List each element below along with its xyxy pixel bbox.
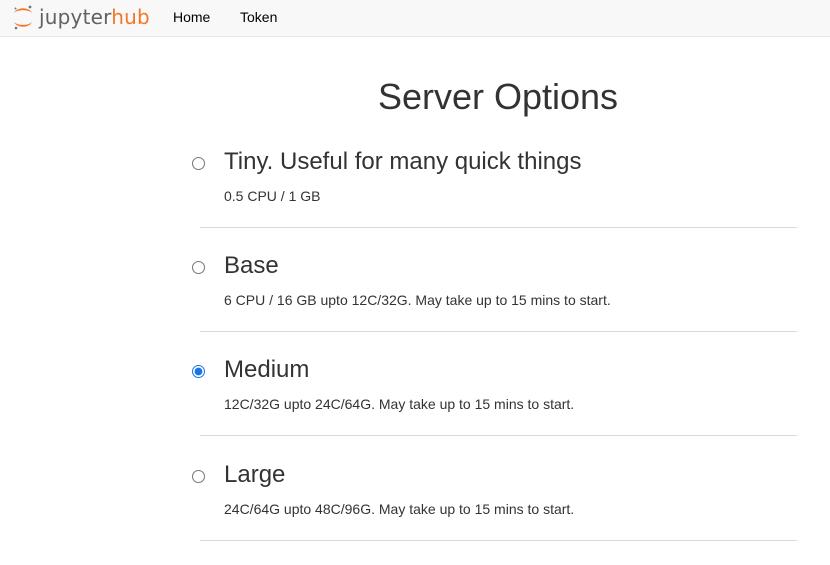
option-divider: [200, 435, 797, 436]
navbar: jupyterhub Home Token: [0, 0, 830, 37]
option-tiny[interactable]: Tiny. Useful for many quick things 0.5 C…: [186, 148, 797, 252]
option-title: Base: [224, 252, 279, 279]
option-medium[interactable]: Medium 12C/32G upto 24C/64G. May take up…: [186, 356, 797, 460]
nav-home-link[interactable]: Home: [173, 9, 210, 25]
option-divider: [200, 540, 797, 541]
option-radio-tiny[interactable]: [192, 157, 205, 170]
nav-token-link[interactable]: Token: [240, 9, 277, 25]
option-description: 24C/64G upto 48C/96G. May take up to 15 …: [224, 501, 575, 517]
option-divider: [200, 227, 797, 228]
logo-text-jupyter: jupyter: [39, 5, 112, 29]
option-radio-medium[interactable]: [192, 365, 205, 378]
option-radio-large[interactable]: [192, 470, 205, 483]
option-title: Tiny. Useful for many quick things: [224, 148, 582, 175]
option-radio-base[interactable]: [192, 261, 205, 274]
option-title: Large: [224, 461, 286, 488]
page-title: Server Options: [377, 76, 619, 117]
jupyter-logo-icon: [14, 5, 32, 30]
option-divider: [200, 331, 797, 332]
logo-wordmark: jupyterhub: [39, 7, 150, 27]
option-description: 6 CPU / 16 GB upto 12C/32G. May take up …: [224, 292, 611, 308]
option-large[interactable]: Large 24C/64G upto 48C/96G. May take up …: [186, 461, 797, 565]
option-title: Medium: [224, 356, 310, 383]
option-base[interactable]: Base 6 CPU / 16 GB upto 12C/32G. May tak…: [186, 252, 797, 356]
option-description: 0.5 CPU / 1 GB: [224, 188, 321, 204]
logo-text-hub: hub: [111, 5, 150, 29]
jupyterhub-logo[interactable]: jupyterhub: [12, 3, 150, 31]
option-description: 12C/32G upto 24C/64G. May take up to 15 …: [224, 396, 575, 412]
